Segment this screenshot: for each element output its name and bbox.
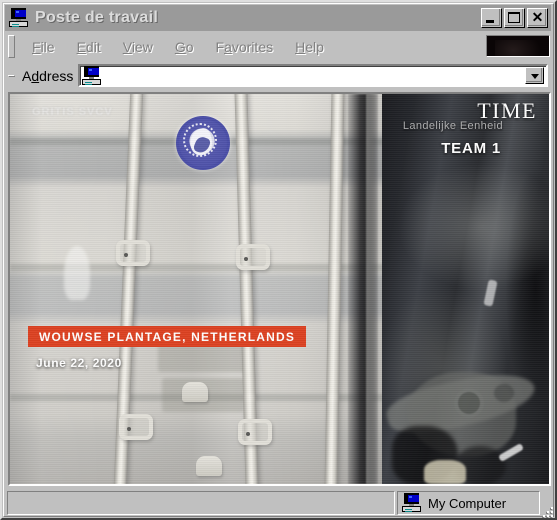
internet-explorer-logo [486, 35, 550, 57]
menu-item-view[interactable]: View [112, 37, 164, 57]
maximize-button[interactable] [504, 8, 525, 28]
address-combobox[interactable] [78, 64, 548, 87]
menu-items: File Edit View Go Favorites Help [17, 33, 482, 60]
video-still-image: GRITIS SVCV TIME Landelijke Eenheid TEAM… [10, 94, 549, 484]
menu-item-help[interactable]: Help [284, 37, 335, 57]
container-stencil-mark [64, 246, 90, 300]
address-bar-drag-handle[interactable] [8, 74, 15, 77]
window-title: Poste de travail [35, 9, 159, 26]
rod-keeper-bracket [119, 414, 153, 440]
security-zone-label: My Computer [428, 495, 507, 511]
my-computer-icon [82, 66, 103, 85]
status-bar: My Computer [7, 491, 552, 515]
rod-keeper-bracket [238, 419, 272, 445]
address-label: Address [22, 67, 74, 84]
door-hinge-plate [196, 456, 222, 476]
rod-keeper-bracket [236, 244, 270, 270]
title-bar[interactable]: Poste de travail ✕ [5, 5, 551, 31]
menu-item-favorites[interactable]: Favorites [205, 37, 285, 57]
customs-seal-badge [176, 116, 230, 170]
my-computer-icon [402, 493, 423, 513]
menu-item-file[interactable]: File [21, 37, 66, 57]
gear-knob-detail [494, 384, 514, 402]
my-computer-icon [9, 8, 30, 28]
address-dropdown-button[interactable] [525, 67, 544, 84]
container-door-edge [366, 94, 375, 484]
address-bar: Address [5, 61, 551, 90]
door-hinge-plate [182, 382, 208, 402]
status-message-pane [7, 491, 395, 515]
caption-date: June 22, 2020 [36, 356, 122, 370]
close-icon: ✕ [531, 9, 544, 25]
chevron-down-icon [531, 74, 539, 79]
browser-content-area[interactable]: GRITIS SVCV TIME Landelijke Eenheid TEAM… [8, 92, 551, 486]
security-zone-pane[interactable]: My Computer [397, 491, 540, 515]
minimize-icon [486, 20, 494, 23]
minimize-button[interactable] [481, 8, 502, 28]
menu-bar-drag-handle[interactable] [8, 35, 15, 58]
menu-item-go[interactable]: Go [164, 37, 205, 57]
container-watermark-text: GRITIS SVCV [32, 106, 113, 118]
overlay-subtitle: Landelijke Eenheid [402, 120, 503, 132]
application-window: Poste de travail ✕ File Edit View Go Fav… [0, 0, 557, 520]
close-button[interactable]: ✕ [527, 8, 548, 28]
window-resize-grip[interactable] [539, 503, 553, 517]
overlay-team-label: TEAM 1 [441, 140, 501, 157]
caption-location-banner: WOUWSE PLANTAGE, NETHERLANDS [28, 326, 307, 347]
menu-item-edit[interactable]: Edit [66, 37, 112, 57]
highlight-shape [424, 460, 466, 484]
gear-knob-detail [458, 392, 480, 414]
maximize-icon [508, 12, 520, 23]
window-controls: ✕ [481, 8, 548, 28]
rod-keeper-bracket [116, 240, 150, 266]
menu-bar: File Edit View Go Favorites Help [5, 33, 551, 60]
